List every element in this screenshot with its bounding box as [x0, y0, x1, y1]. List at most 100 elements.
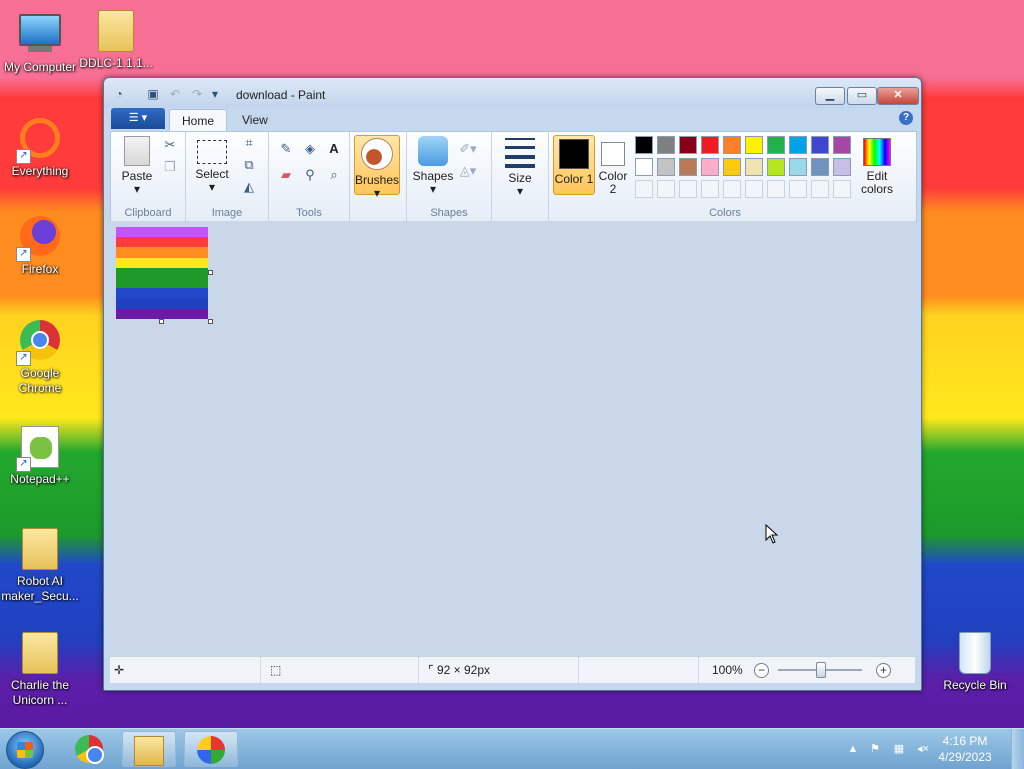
select-button[interactable]: Select ▾	[192, 136, 232, 194]
redo-icon[interactable]: ↷	[190, 88, 204, 101]
pencil-icon[interactable]: ✎	[277, 140, 295, 158]
palette-swatch[interactable]	[811, 158, 829, 176]
zoom-out-button[interactable]: −	[754, 663, 769, 678]
zoom-slider-thumb[interactable]	[816, 662, 826, 678]
desktop-icon-charlie[interactable]: Charlie the Unicorn ...	[0, 630, 80, 708]
palette-empty-swatch[interactable]	[657, 180, 675, 198]
palette-swatch[interactable]	[657, 136, 675, 154]
desktop-icon-ddlc[interactable]: DDLC-1.1.1...	[76, 8, 156, 71]
shapes-button[interactable]: Shapes ▾	[411, 136, 455, 196]
outline-icon[interactable]: ✐▾	[459, 140, 477, 158]
desktop-icon-my-computer[interactable]: My Computer	[0, 10, 80, 75]
close-button[interactable]: ✕	[877, 87, 919, 105]
clock[interactable]: 4:16 PM 4/29/2023	[930, 733, 1000, 765]
palette-swatch[interactable]	[723, 136, 741, 154]
palette-empty-swatch[interactable]	[789, 180, 807, 198]
magnifier-icon[interactable]: ⌕	[325, 166, 343, 184]
palette-empty-swatch[interactable]	[833, 180, 851, 198]
palette-empty-swatch[interactable]	[723, 180, 741, 198]
file-size	[578, 657, 699, 683]
resize-handle-bottom[interactable]	[159, 319, 164, 324]
palette-empty-swatch[interactable]	[635, 180, 653, 198]
taskbar-paint[interactable]	[184, 731, 238, 767]
customize-toolbar-icon[interactable]: ▾	[208, 88, 222, 101]
palette-empty-swatch[interactable]	[767, 180, 785, 198]
save-icon[interactable]: ▣	[146, 88, 160, 101]
crop-icon[interactable]: ⌗	[240, 134, 258, 152]
palette-swatch[interactable]	[679, 158, 697, 176]
tab-home[interactable]: Home	[169, 109, 228, 132]
shape-fill-icon[interactable]: ◬▾	[459, 162, 477, 180]
palette-empty-swatch[interactable]	[811, 180, 829, 198]
desktop-icon-label: Everything	[11, 164, 69, 178]
cut-icon[interactable]: ✂	[161, 136, 179, 154]
palette-swatch[interactable]	[745, 158, 763, 176]
volume-muted-icon[interactable]: ◂×	[916, 742, 930, 756]
palette-swatch[interactable]	[767, 136, 785, 154]
paste-button[interactable]: Paste ▾	[117, 136, 157, 196]
undo-icon[interactable]: ↶	[168, 88, 182, 101]
palette-swatch[interactable]	[745, 136, 763, 154]
size-button[interactable]: Size ▾	[498, 138, 542, 198]
color2-button[interactable]: Color 2	[595, 136, 631, 196]
edit-colors-button[interactable]: Edit colors	[855, 136, 899, 196]
show-hidden-icons[interactable]: ▲	[846, 742, 860, 756]
canvas-image[interactable]	[116, 227, 208, 320]
color-picker-icon[interactable]: ⚲	[301, 166, 319, 184]
start-button[interactable]	[6, 731, 44, 769]
resize-handle-right[interactable]	[208, 270, 213, 275]
palette-swatch[interactable]	[833, 158, 851, 176]
help-icon[interactable]: ?	[899, 111, 913, 125]
paint-icon	[197, 736, 225, 764]
canvas-area[interactable]	[110, 221, 915, 655]
taskbar-explorer[interactable]	[122, 731, 176, 767]
palette-swatch[interactable]	[767, 158, 785, 176]
desktop-icon-firefox[interactable]: ↗ Firefox	[0, 216, 80, 277]
fill-icon[interactable]: ◈	[301, 140, 319, 158]
desktop-icon-label: My Computer	[3, 60, 77, 74]
network-icon[interactable]: ▦	[892, 742, 906, 756]
palette-swatch[interactable]	[833, 136, 851, 154]
palette-swatch[interactable]	[811, 136, 829, 154]
action-center-icon[interactable]: ⚑	[868, 742, 882, 756]
palette-swatch[interactable]	[657, 158, 675, 176]
cursor-position: ✛	[110, 657, 261, 683]
palette-empty-swatch[interactable]	[701, 180, 719, 198]
palette-empty-swatch[interactable]	[745, 180, 763, 198]
desktop-icon-notepadpp[interactable]: ↗ Notepad++	[0, 426, 80, 487]
show-desktop-button[interactable]	[1011, 729, 1024, 769]
palette-swatch[interactable]	[635, 158, 653, 176]
taskbar-chrome[interactable]	[62, 731, 116, 767]
palette-swatch[interactable]	[701, 158, 719, 176]
palette-swatch[interactable]	[789, 136, 807, 154]
file-menu-button[interactable]: ☰ ▾	[111, 108, 165, 129]
eraser-icon[interactable]: ▰	[277, 166, 295, 184]
rotate-icon[interactable]: ◭	[240, 178, 258, 196]
tab-view[interactable]: View	[230, 109, 280, 131]
palette-swatch[interactable]	[635, 136, 653, 154]
desktop-icon-recycle-bin[interactable]: Recycle Bin	[935, 632, 1015, 693]
brushes-button[interactable]: Brushes ▾	[354, 135, 400, 200]
palette-empty-swatch[interactable]	[679, 180, 697, 198]
color1-button[interactable]: Color 1	[553, 135, 595, 195]
resize-handle-corner[interactable]	[208, 319, 213, 324]
color2-label: Color 2	[598, 169, 628, 196]
palette-swatch[interactable]	[789, 158, 807, 176]
desktop-icon-chrome[interactable]: ↗ Google Chrome	[0, 320, 80, 396]
zoom-in-button[interactable]: +	[876, 663, 891, 678]
move-cross-icon: ✛	[114, 663, 125, 677]
line-size-icon	[505, 138, 535, 168]
text-icon[interactable]: A	[325, 140, 343, 158]
palette-swatch[interactable]	[701, 136, 719, 154]
paint-app-icon[interactable]: ◔	[112, 88, 126, 101]
title-bar[interactable]: ◔ ▣ ↶ ↷ ▾ download - Paint ▁ ▭ ✕	[104, 78, 921, 108]
desktop-icon-everything[interactable]: ↗ Everything	[0, 114, 80, 179]
desktop-icon-robot-ai[interactable]: Robot AI maker_Secu...	[0, 526, 80, 604]
tools-group-label: Tools	[296, 207, 322, 219]
palette-swatch[interactable]	[679, 136, 697, 154]
minimize-button[interactable]: ▁	[815, 87, 845, 105]
resize-icon[interactable]: ⧉	[240, 156, 258, 174]
copy-icon[interactable]: ❐	[161, 158, 179, 176]
maximize-button[interactable]: ▭	[847, 87, 877, 105]
palette-swatch[interactable]	[723, 158, 741, 176]
